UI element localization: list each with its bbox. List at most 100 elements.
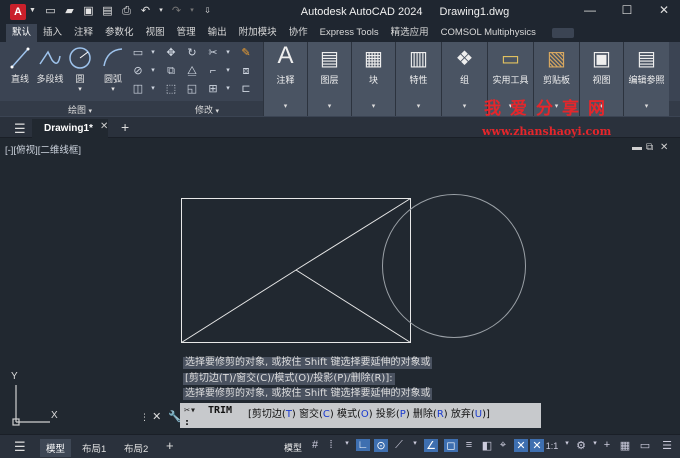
clean-screen-icon[interactable]: ▭ [638, 439, 652, 452]
viewport-controls[interactable]: [-][俯视][二维线框] [5, 142, 81, 156]
tab-layout1[interactable]: 布局1 [76, 439, 112, 457]
tab-view[interactable]: 视图 [140, 24, 171, 42]
customization-menu-icon[interactable]: ☰ [660, 439, 674, 452]
tab-annotate[interactable]: 注释 [68, 24, 99, 42]
close-button[interactable]: ✕ [654, 3, 674, 17]
arc-tool[interactable]: 圆弧 ▾ [98, 46, 128, 93]
arc-dropdown-icon[interactable]: ▾ [98, 85, 128, 93]
edit-reference-panel[interactable]: ▤ 编辑参照 ▾ [623, 42, 669, 116]
close-tab-icon[interactable]: ✕ [100, 121, 108, 132]
group-panel[interactable]: ❖ 组 ▾ [441, 42, 487, 116]
workspace-gear-icon[interactable]: ⚙ [574, 439, 588, 452]
snap-mode-icon[interactable]: ⁞ [324, 439, 338, 451]
draw-panel-title[interactable]: 绘图 ▾ [68, 103, 92, 116]
tab-layout2[interactable]: 布局2 [118, 439, 154, 457]
circle-tool[interactable]: 圆 ▾ [67, 46, 93, 93]
annotation-panel[interactable]: A 注释 ▾ [263, 42, 307, 116]
tab-featured-apps[interactable]: 精选应用 [385, 24, 435, 42]
move-icon[interactable]: ✥ [164, 46, 178, 60]
annotation-scale[interactable]: 1:1 [543, 441, 561, 451]
erase-icon[interactable]: ✎ [239, 46, 253, 60]
transparency-icon[interactable]: ◧ [480, 439, 494, 452]
tab-express-tools[interactable]: Express Tools [314, 24, 385, 42]
tab-addins[interactable]: 附加模块 [233, 24, 283, 42]
mirror-icon[interactable]: ⧋ [185, 64, 199, 78]
minimize-button[interactable]: — [580, 3, 600, 17]
rectangle-shape[interactable] [181, 198, 411, 343]
ortho-icon[interactable]: ∟ [356, 439, 370, 451]
tab-output[interactable]: 输出 [202, 24, 233, 42]
rotate-icon[interactable]: ↻ [185, 46, 199, 60]
boundary-dropdown-icon[interactable]: ▾ [146, 82, 160, 96]
layout-menu-icon[interactable]: ☰ [14, 439, 26, 455]
rectangle-icon[interactable]: ▭ [131, 46, 145, 60]
viewport-minimize-icon[interactable]: ▬ [632, 142, 642, 153]
circle-shape[interactable] [382, 194, 526, 338]
tab-model[interactable]: 模型 [40, 439, 72, 457]
option-mode[interactable]: 模式(O) [337, 409, 373, 420]
model-space-label[interactable]: 模型 [284, 441, 302, 454]
hatch-icon[interactable]: ⊘ [131, 64, 145, 78]
polyline-tool[interactable]: 多段线 [34, 46, 66, 85]
units-icon[interactable]: ▦ [618, 439, 632, 452]
option-undo[interactable]: 放弃(U) [451, 409, 486, 420]
diagonal-line-upper[interactable] [295, 198, 411, 271]
object-snap-tracking-icon[interactable]: ∠ [424, 439, 438, 452]
viewport-close-icon[interactable]: ✕ [660, 142, 668, 153]
tab-default[interactable]: 默认 [6, 24, 38, 42]
isometric-icon[interactable]: ⟋ [392, 439, 406, 452]
tab-parametric[interactable]: 参数化 [99, 24, 140, 42]
ribbon-minimize-toggle[interactable] [551, 28, 574, 38]
polar-tracking-icon[interactable]: ⊙ [374, 439, 388, 452]
diagonal-line-lower[interactable] [181, 269, 297, 343]
block-panel[interactable]: ▦ 块 ▾ [351, 42, 395, 116]
fillet-icon[interactable]: ⌐ [206, 64, 220, 78]
explode-icon[interactable]: ⧈ [239, 64, 253, 78]
fillet-dropdown-icon[interactable]: ▾ [221, 64, 235, 78]
scale-dropdown-icon[interactable]: ▾ [560, 439, 574, 447]
option-project[interactable]: 投影(P) [376, 409, 410, 420]
modify-panel-title[interactable]: 修改 ▾ [195, 103, 219, 116]
selection-cycling-icon[interactable]: ⌖ [496, 439, 510, 452]
offset-icon[interactable]: ⊏ [239, 82, 253, 96]
drag-handle-icon[interactable]: ⋮ [140, 412, 149, 422]
properties-panel[interactable]: ▥ 特性 ▾ [395, 42, 441, 116]
snap-dropdown-icon[interactable]: ▾ [340, 439, 354, 447]
line-tool[interactable]: 直线 [7, 46, 33, 85]
object-snap-icon[interactable]: ◻ [444, 439, 458, 452]
layers-panel[interactable]: ▤ 图层 ▾ [307, 42, 351, 116]
boundary-icon[interactable]: ◫ [131, 82, 145, 96]
grid-icon[interactable]: # [308, 439, 322, 451]
tab-collaborate[interactable]: 协作 [283, 24, 314, 42]
trim-icon[interactable]: ✂ [206, 46, 220, 60]
drawing-tab[interactable]: Drawing1* [32, 119, 108, 138]
option-crossing[interactable]: 窗交(C) [299, 409, 334, 420]
new-tab-button[interactable]: + [121, 119, 129, 135]
copy-icon[interactable]: ⧉ [164, 64, 178, 78]
add-layout-button[interactable]: + [160, 436, 180, 455]
array-icon[interactable]: ⊞ [206, 82, 220, 96]
stretch-icon[interactable]: ⬚ [164, 82, 178, 96]
annotation-visibility-icon[interactable]: ✕ [514, 439, 528, 452]
tab-manage[interactable]: 管理 [171, 24, 202, 42]
auto-scale-icon[interactable]: ✕ [530, 439, 544, 452]
array-dropdown-icon[interactable]: ▾ [221, 82, 235, 96]
lineweight-icon[interactable]: ≡ [462, 439, 476, 451]
maximize-button[interactable]: ☐ [617, 3, 637, 17]
trim-dropdown-icon[interactable]: ▾ [221, 46, 235, 60]
rectangle-dropdown-icon[interactable]: ▾ [146, 46, 160, 60]
command-line-input[interactable]: ✂▾ TRIM [剪切边(T) 窗交(C) 模式(O) 投影(P) 删除(R) … [180, 403, 541, 428]
option-erase[interactable]: 删除(R) [413, 409, 448, 420]
trim-segment-line[interactable] [295, 269, 411, 343]
isometric-dropdown-icon[interactable]: ▾ [408, 439, 422, 447]
close-command-icon[interactable]: ✕ [152, 411, 161, 423]
viewport-restore-icon[interactable]: ⧉ [646, 142, 653, 153]
menu-icon[interactable]: ☰ [14, 121, 26, 137]
circle-dropdown-icon[interactable]: ▾ [67, 85, 93, 93]
hatch-dropdown-icon[interactable]: ▾ [146, 64, 160, 78]
scale-icon[interactable]: ◱ [185, 82, 199, 96]
annotation-monitor-icon[interactable]: + [600, 439, 614, 451]
tab-comsol[interactable]: COMSOL Multiphysics [435, 24, 542, 42]
tab-insert[interactable]: 插入 [37, 24, 68, 42]
option-cut-edge[interactable]: 剪切边(T) [252, 409, 296, 420]
